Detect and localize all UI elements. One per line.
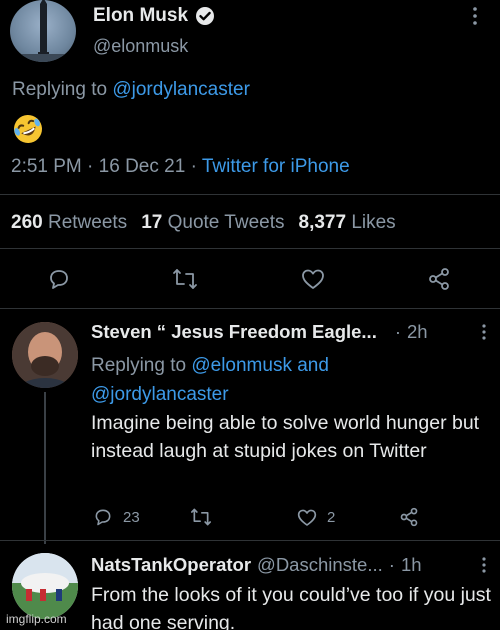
likes-stat[interactable]: 8,377 Likes: [299, 212, 396, 234]
tweet-source[interactable]: Twitter for iPhone: [202, 156, 350, 177]
reply-time[interactable]: 2h: [407, 321, 428, 343]
author-avatar[interactable]: [10, 0, 76, 62]
verified-badge-icon: [195, 6, 215, 26]
like-icon[interactable]: [297, 508, 317, 527]
more-options-icon[interactable]: [481, 323, 487, 341]
quote-tweets-stat[interactable]: 17 Quote Tweets: [141, 212, 284, 234]
author-handle[interactable]: @elonmusk: [93, 36, 188, 57]
replying-to-line: Replying to @jordylancaster: [12, 79, 250, 101]
tweet-meta: 2:51 PM · 16 Dec 21 · Twitter for iPhone: [11, 156, 350, 178]
reply-author-name[interactable]: NatsTankOperator: [91, 554, 251, 576]
watermark: imgflip.com: [6, 612, 67, 626]
meta-separator: ·: [394, 321, 402, 342]
reply-text: Imagine being able to solve world hunger…: [91, 412, 480, 462]
retweet-icon[interactable]: [172, 267, 198, 291]
divider: [0, 194, 500, 195]
reply-icon[interactable]: [47, 267, 71, 291]
tweet-time[interactable]: 2:51 PM: [11, 156, 82, 177]
replying-to-link[interactable]: @elonmusk and: [191, 355, 329, 376]
like-icon[interactable]: [301, 268, 325, 290]
thread-line: [44, 392, 46, 544]
more-options-icon[interactable]: [481, 556, 487, 574]
divider: [0, 308, 500, 309]
reply-header: Steven “ Jesus Freedom Eagle... · 2h: [91, 321, 491, 343]
reply-text: From the looks of it you could’ve too if…: [91, 584, 491, 630]
likes-label: Likes: [351, 212, 396, 233]
retweet-icon[interactable]: [190, 507, 212, 527]
reply-author-avatar[interactable]: [12, 553, 78, 619]
author-name-row[interactable]: Elon Musk: [93, 5, 215, 27]
like-action[interactable]: 2: [297, 508, 335, 527]
reply-author-avatar[interactable]: [12, 322, 78, 388]
meta-separator: ·: [388, 554, 395, 575]
share-icon[interactable]: [399, 507, 419, 527]
likes-count: 8,377: [298, 212, 347, 233]
replying-to-link[interactable]: @jordylancaster: [91, 384, 229, 405]
replying-to-prefix: Replying to: [91, 355, 187, 376]
meta-separator: ·: [87, 156, 94, 177]
reply-time[interactable]: 1h: [401, 554, 422, 576]
retweets-stat[interactable]: 260 Retweets: [11, 212, 127, 234]
reply-author-name[interactable]: Steven “ Jesus Freedom Eagle...: [91, 321, 377, 343]
reply-icon[interactable]: [93, 507, 113, 527]
reply-replying-to: Replying to @elonmusk and @jordylancaste…: [91, 351, 491, 409]
retweet-action[interactable]: [190, 507, 222, 527]
more-options-icon[interactable]: [472, 6, 478, 26]
author-name[interactable]: Elon Musk: [93, 5, 188, 27]
retweets-count: 260: [11, 212, 43, 233]
meta-separator: ·: [190, 156, 197, 177]
divider: [0, 248, 500, 249]
tweet-date[interactable]: 16 Dec 21: [99, 156, 186, 177]
engagement-stats: 260 Retweets 17 Quote Tweets 8,377 Likes: [11, 212, 396, 234]
reply-count: 23: [123, 508, 140, 526]
reply-header: NatsTankOperator @Daschinste... · 1h: [91, 554, 491, 576]
quotes-label: Quote Tweets: [167, 212, 285, 233]
reply-author-handle[interactable]: @Daschinste...: [257, 554, 383, 576]
reply-action[interactable]: 23: [93, 507, 140, 527]
replying-to-link[interactable]: @jordylancaster: [112, 79, 250, 100]
rolling-laughing-emoji-icon: [11, 112, 45, 146]
replying-to-prefix: Replying to: [12, 79, 108, 100]
quotes-count: 17: [141, 212, 163, 233]
retweets-label: Retweets: [47, 212, 128, 233]
like-count: 2: [327, 509, 336, 526]
share-icon[interactable]: [427, 267, 451, 291]
divider: [0, 540, 500, 541]
